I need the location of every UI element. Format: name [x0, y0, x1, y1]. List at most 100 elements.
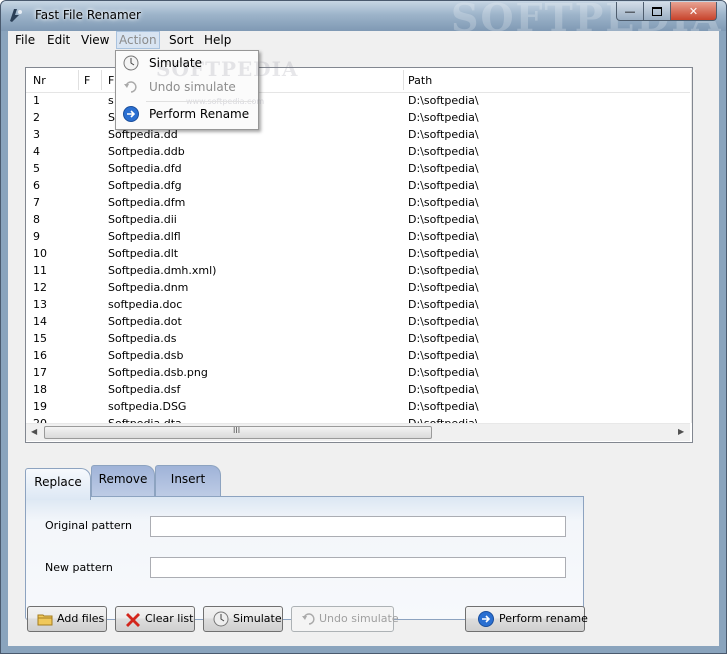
- row-filename: Softpedia.dfg: [108, 179, 182, 192]
- undo-icon: [302, 613, 315, 625]
- tab-label: Remove: [98, 472, 148, 486]
- table-row[interactable]: 18 Softpedia.dsf D:\softpedia\: [26, 382, 690, 399]
- close-icon: ✕: [688, 4, 699, 18]
- row-path: D:\softpedia\: [408, 162, 479, 175]
- column-header-filename[interactable]: F: [108, 74, 114, 87]
- row-filename: Softpedia.dsf: [108, 383, 181, 396]
- tab-insert[interactable]: Insert: [155, 465, 221, 498]
- app-window: Fast File Renamer SOFTPEDIA — ✕ File Edi…: [0, 0, 727, 654]
- row-number: 15: [33, 332, 47, 345]
- undo-simulate-button[interactable]: Undo simulate: [291, 606, 399, 632]
- scroll-left-icon[interactable]: ◀: [31, 427, 37, 436]
- tab-remove[interactable]: Remove: [91, 465, 155, 498]
- menu-edit[interactable]: Edit: [47, 33, 70, 47]
- row-path: D:\softpedia\: [408, 247, 479, 260]
- original-pattern-input[interactable]: [150, 516, 566, 537]
- column-divider[interactable]: [78, 70, 79, 90]
- table-row[interactable]: 4 Softpedia.ddb D:\softpedia\: [26, 144, 690, 161]
- table-row[interactable]: 10 Softpedia.dlt D:\softpedia\: [26, 246, 690, 263]
- table-row[interactable]: 17 Softpedia.dsb.png D:\softpedia\: [26, 365, 690, 382]
- row-path: D:\softpedia\: [408, 349, 479, 362]
- menu-item-undo-simulate[interactable]: Undo simulate: [118, 76, 256, 98]
- row-number: 6: [33, 179, 40, 192]
- add-files-button[interactable]: Add files: [27, 606, 107, 632]
- perform-rename-button[interactable]: Perform rename: [465, 606, 588, 632]
- menu-file[interactable]: File: [15, 33, 35, 47]
- column-header-path[interactable]: Path: [408, 74, 432, 87]
- row-path: D:\softpedia\: [408, 145, 479, 158]
- row-number: 9: [33, 230, 40, 243]
- horizontal-scrollbar[interactable]: ◀ III ▶: [26, 423, 690, 441]
- column-divider[interactable]: [101, 70, 102, 90]
- title-bar[interactable]: Fast File Renamer SOFTPEDIA — ✕: [1, 1, 726, 40]
- row-number: 4: [33, 145, 40, 158]
- row-number: 13: [33, 298, 47, 311]
- row-filename: Softpedia.dfd: [108, 162, 182, 175]
- row-path: D:\softpedia\: [408, 281, 479, 294]
- table-row[interactable]: 19 softpedia.DSG D:\softpedia\: [26, 399, 690, 416]
- row-filename: S: [108, 111, 115, 124]
- row-path: D:\softpedia\: [408, 94, 479, 107]
- arrow-right-circle-icon: [123, 106, 139, 122]
- row-path: D:\softpedia\: [408, 179, 479, 192]
- tab-label: Insert: [170, 472, 206, 486]
- tab-content-replace: Original pattern New pattern: [25, 496, 584, 620]
- maximize-button[interactable]: [643, 2, 671, 21]
- table-row[interactable]: 15 Softpedia.ds D:\softpedia\: [26, 331, 690, 348]
- undo-simulate-label: Undo simulate: [319, 612, 399, 625]
- maximize-icon: [652, 6, 662, 16]
- close-button[interactable]: ✕: [670, 2, 717, 21]
- menu-item-label: Simulate: [149, 56, 203, 70]
- table-row[interactable]: 14 Softpedia.dot D:\softpedia\: [26, 314, 690, 331]
- table-row[interactable]: 6 Softpedia.dfg D:\softpedia\: [26, 178, 690, 195]
- row-filename: s: [108, 94, 114, 107]
- row-number: 11: [33, 264, 47, 277]
- column-header-nr[interactable]: Nr: [33, 74, 46, 87]
- horizontal-scroll-thumb[interactable]: III: [44, 426, 432, 439]
- menu-help[interactable]: Help: [204, 33, 231, 47]
- column-divider[interactable]: [403, 70, 404, 90]
- table-row[interactable]: 11 Softpedia.dmh.xml) D:\softpedia\: [26, 263, 690, 280]
- table-row[interactable]: 13 softpedia.doc D:\softpedia\: [26, 297, 690, 314]
- row-number: 2: [33, 111, 40, 124]
- scroll-right-icon[interactable]: ▶: [678, 427, 684, 436]
- minimize-icon: —: [624, 4, 636, 18]
- menu-item-perform-rename[interactable]: Perform Rename: [118, 103, 256, 125]
- column-header-flag[interactable]: F: [84, 74, 90, 87]
- row-number: 16: [33, 349, 47, 362]
- table-row[interactable]: 20Softpedia.dtaD:\softpedia\: [26, 416, 690, 423]
- row-filename: Softpedia.dlt: [108, 247, 179, 260]
- tab-replace[interactable]: Replace: [25, 468, 91, 500]
- new-pattern-input[interactable]: [150, 557, 566, 578]
- clear-list-button[interactable]: Clear list: [115, 606, 195, 632]
- menu-item-simulate[interactable]: Simulate: [118, 52, 256, 74]
- table-row[interactable]: 7 Softpedia.dfm D:\softpedia\: [26, 195, 690, 212]
- minimize-button[interactable]: —: [616, 2, 644, 21]
- table-row[interactable]: 5 Softpedia.dfd D:\softpedia\: [26, 161, 690, 178]
- table-row[interactable]: 16 Softpedia.dsb D:\softpedia\: [26, 348, 690, 365]
- simulate-button[interactable]: Simulate: [203, 606, 283, 632]
- row-path: D:\softpedia\: [408, 128, 479, 141]
- row-number: 12: [33, 281, 47, 294]
- table-row[interactable]: 9 Softpedia.dlfl D:\softpedia\: [26, 229, 690, 246]
- row-number: 14: [33, 315, 47, 328]
- menu-view[interactable]: View: [81, 33, 109, 47]
- clock-icon: [213, 611, 229, 627]
- table-row[interactable]: 8 Softpedia.dii D:\softpedia\: [26, 212, 690, 229]
- list-rows: 1 s D:\softpedia\ 2 S D:\softpedia\ 3 Softpedia…: [26, 93, 690, 423]
- row-filename: Softpedia.dlfl: [108, 230, 181, 243]
- row-path: D:\softpedia\: [408, 298, 479, 311]
- row-filename: Softpedia.dsb.png: [108, 366, 208, 379]
- menu-action[interactable]: Action: [116, 31, 160, 49]
- red-x-icon: [126, 613, 140, 627]
- row-number: 7: [33, 196, 40, 209]
- row-number: 1: [33, 94, 40, 107]
- table-row[interactable]: 12 Softpedia.dnm D:\softpedia\: [26, 280, 690, 297]
- vertical-scrollbar[interactable]: ▲ ≡ ▼: [691, 68, 692, 423]
- menu-separator: [146, 101, 254, 102]
- row-filename: Softpedia.dmh.xml): [108, 264, 217, 277]
- original-pattern-label: Original pattern: [45, 519, 132, 532]
- row-path: D:\softpedia\: [408, 111, 479, 124]
- menu-sort[interactable]: Sort: [169, 33, 194, 47]
- row-path: D:\softpedia\: [408, 230, 479, 243]
